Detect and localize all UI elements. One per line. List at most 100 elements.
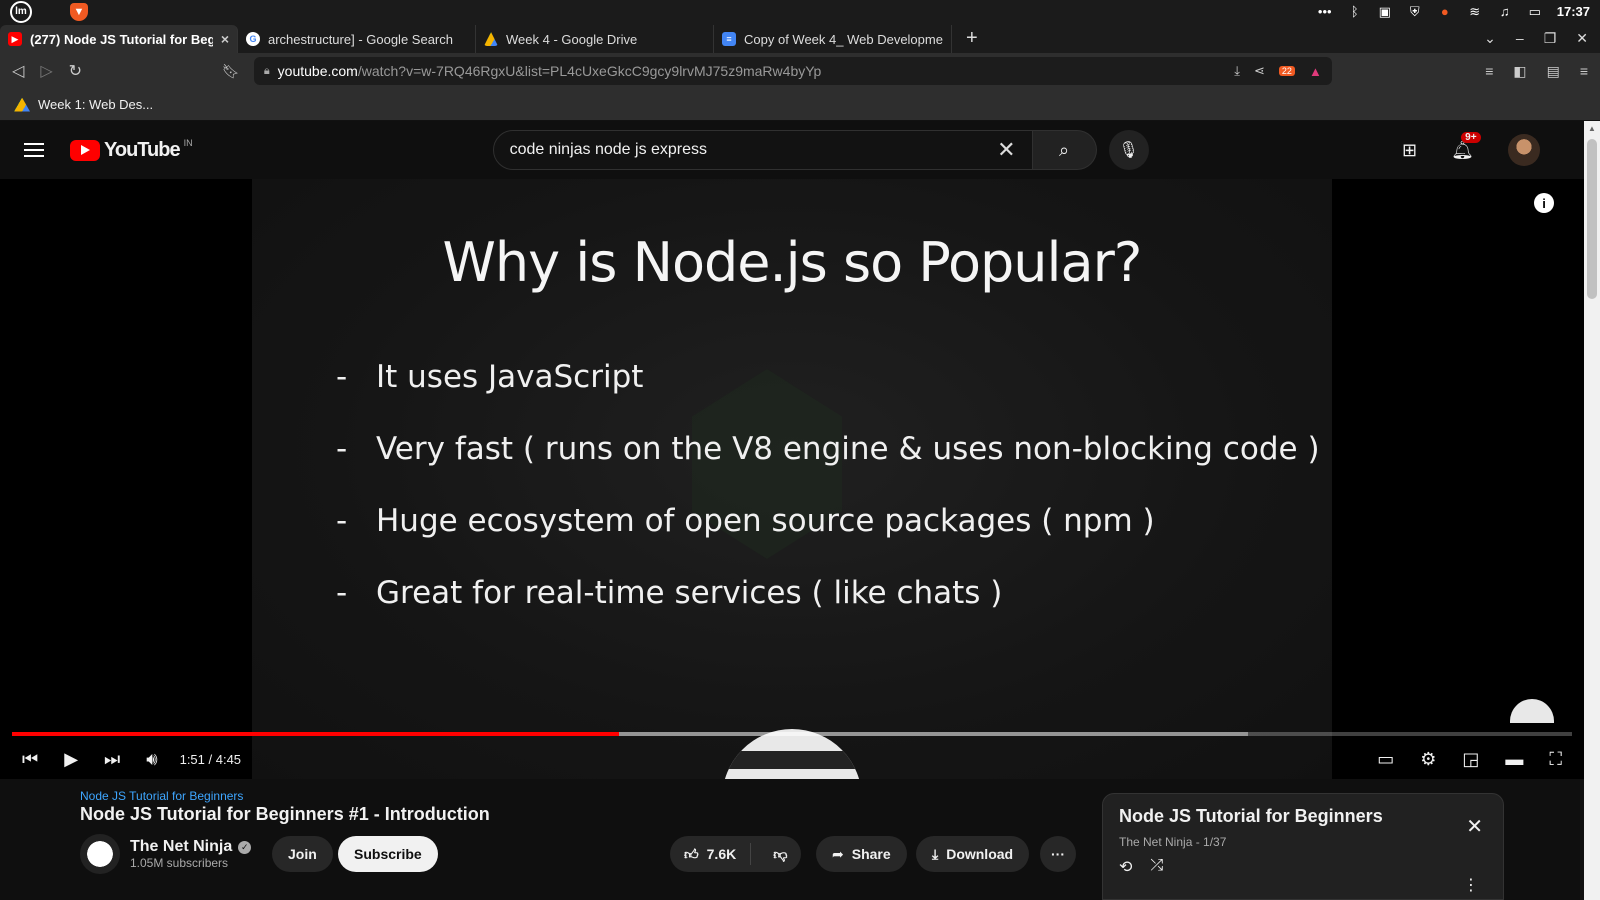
update-tray-icon[interactable]: ● — [1437, 4, 1453, 19]
restore-window-icon[interactable]: ❐ — [1544, 30, 1557, 47]
reload-icon[interactable]: ↻ — [69, 61, 82, 81]
battery-icon[interactable]: ▭ — [1527, 4, 1543, 20]
channel-name[interactable]: The Net Ninja — [130, 838, 232, 856]
bullet-text: Great for real-time services ( like chat… — [376, 575, 1003, 611]
video-player[interactable]: Why is Node.js so Popular? - It uses Java… — [0, 179, 1584, 779]
wifi-icon[interactable]: ≋ — [1467, 4, 1483, 20]
tab-title: archestructure] - Google Search — [268, 31, 453, 47]
playlist-toolbar-icon[interactable]: ≡ — [1485, 63, 1493, 80]
progress-bar[interactable] — [12, 732, 1572, 736]
playlist-title[interactable]: Node JS Tutorial for Beginners — [1119, 806, 1487, 827]
shield-tray-icon[interactable]: ⛨ — [1407, 4, 1423, 20]
scroll-up-icon[interactable]: ▲ — [1588, 124, 1596, 133]
install-app-icon[interactable]: ⤓ — [1234, 63, 1240, 79]
bluetooth-icon[interactable]: ᛒ — [1347, 4, 1363, 19]
bookmark-week1[interactable]: Week 1: Web Des... — [38, 97, 153, 112]
lock-icon[interactable]: 🔒︎ — [264, 65, 270, 78]
avatar[interactable] — [1508, 134, 1540, 166]
scrollbar-thumb[interactable] — [1587, 139, 1597, 299]
sidebar-toggle-icon[interactable]: ◧ — [1513, 63, 1526, 80]
list-item: - It uses JavaScript — [336, 359, 1320, 431]
address-toolbar: ◁ ▷ ↻ 🔖︎ 🔒︎ youtube.com/watch?v=w-7RQ46R… — [0, 53, 1600, 89]
bookmark-icon[interactable]: 🔖︎ — [222, 63, 240, 80]
loop-icon[interactable]: ⟲ — [1119, 857, 1132, 877]
os-top-bar: lm ▼ ••• ᛒ ▣ ⛨ ● ≋ ♫ ▭ 17:37 — [0, 0, 1600, 23]
youtube-logo[interactable]: YouTube IN — [70, 138, 193, 162]
miniplayer-icon[interactable]: ◲ — [1462, 749, 1479, 770]
tab-google-search[interactable]: G archestructure] - Google Search — [238, 25, 476, 53]
fullscreen-icon[interactable]: ⛶ — [1549, 749, 1562, 770]
previous-icon[interactable]: ⏮︎ — [22, 749, 38, 770]
music-icon[interactable]: ♫ — [1497, 4, 1513, 19]
tab-list-chevron-icon[interactable]: ⌄ — [1484, 30, 1496, 47]
wallet-icon[interactable]: ▤ — [1547, 63, 1560, 80]
like-count: 7.6K — [706, 846, 737, 862]
new-tab-button[interactable]: + — [966, 27, 978, 50]
brave-shields-icon[interactable]: 22 — [1278, 66, 1295, 76]
tab-google-drive[interactable]: Week 4 - Google Drive — [476, 25, 714, 53]
hamburger-menu-icon[interactable] — [24, 143, 44, 157]
url-bar[interactable]: 🔒︎ youtube.com/watch?v=w-7RQ46RgxU&list=… — [253, 57, 1332, 85]
channel-watermark-icon[interactable] — [1510, 699, 1554, 723]
channel-avatar[interactable] — [80, 834, 120, 874]
play-icon[interactable]: ▶ — [64, 749, 78, 770]
time-display: 1:51 / 4:45 — [179, 751, 242, 767]
next-icon[interactable]: ⏭︎ — [104, 749, 120, 770]
create-video-icon[interactable]: ⊞ — [1402, 140, 1417, 161]
clipboard-icon[interactable]: ▣ — [1377, 4, 1393, 20]
minimize-window-icon[interactable]: – — [1516, 30, 1524, 47]
volume-icon[interactable]: 🔊︎ — [146, 749, 157, 770]
clear-search-icon[interactable]: ✕ — [997, 137, 1015, 163]
menu-icon[interactable]: ≡ — [1580, 63, 1588, 80]
shuffle-icon[interactable]: ⤮ — [1150, 857, 1163, 877]
brave-rewards-icon[interactable]: ▲ — [1309, 64, 1322, 79]
download-button[interactable]: ⤓ Download — [916, 836, 1030, 872]
brave-launcher-icon[interactable]: ▼ — [70, 2, 88, 21]
settings-gear-icon[interactable]: ⚙ — [1420, 749, 1436, 770]
drive-favicon-icon — [484, 32, 498, 46]
player-controls: ⏮︎ ▶ ⏭︎ 🔊︎ 1:51 / 4:45 ▭ ⚙ ◲ ▬ ⛶ — [0, 739, 1584, 779]
url-host: youtube.com — [277, 63, 358, 79]
subscribe-button[interactable]: Subscribe — [338, 836, 438, 872]
share-icon: ➦ — [832, 845, 844, 862]
dislike-button[interactable]: 👎︎ — [759, 846, 801, 863]
info-icon[interactable]: i — [1534, 193, 1554, 213]
list-item: - Very fast ( runs on the V8 engine & use… — [336, 431, 1320, 503]
notifications-bell-icon[interactable]: 🔔︎ 9+ — [1451, 131, 1481, 161]
share-url-icon[interactable]: ⋖ — [1254, 63, 1265, 79]
bullet-dash: - — [336, 431, 348, 467]
close-playlist-icon[interactable]: ✕ — [1466, 814, 1483, 839]
search-button[interactable]: ⌕ — [1032, 130, 1097, 170]
forward-icon[interactable]: ▷ — [40, 61, 52, 81]
overflow-icon[interactable]: ••• — [1317, 4, 1333, 19]
more-actions-button[interactable]: ··· — [1040, 836, 1076, 872]
browser-tab-strip: ▶ (277) Node JS Tutorial for Beg × G arc… — [0, 23, 1600, 53]
voice-search-button[interactable]: 🎙︎ — [1108, 130, 1149, 170]
like-button[interactable]: 👍︎ 7.6K — [670, 843, 752, 865]
page-scrollbar[interactable]: ▲ — [1584, 121, 1600, 900]
join-button[interactable]: Join — [272, 836, 333, 872]
url-path: /watch?v=w-7RQ46RgxU&list=PL4cUxeGkcC9gc… — [357, 63, 822, 79]
list-item: - Huge ecosystem of open source packages … — [336, 503, 1320, 575]
search-input[interactable]: code ninjas node js express ✕ — [492, 130, 1033, 170]
tab-youtube[interactable]: ▶ (277) Node JS Tutorial for Beg × — [0, 25, 238, 53]
playlist-panel: Node JS Tutorial for Beginners The Net N… — [1102, 793, 1504, 900]
close-tab-icon[interactable]: × — [221, 31, 229, 47]
linux-mint-menu-icon[interactable]: lm — [10, 0, 32, 23]
tab-title: Week 4 - Google Drive — [506, 31, 638, 47]
bullet-text: It uses JavaScript — [376, 359, 644, 395]
subscriber-count: 1.05M subscribers — [130, 856, 229, 870]
back-icon[interactable]: ◁ — [12, 61, 24, 81]
clock[interactable]: 17:37 — [1557, 4, 1590, 19]
tab-google-docs[interactable]: ≡ Copy of Week 4_ Web Developmer — [714, 25, 952, 53]
download-icon: ⤓ — [932, 845, 939, 862]
google-favicon-icon: G — [246, 32, 260, 46]
share-button[interactable]: ➦ Share — [816, 836, 907, 872]
theater-mode-icon[interactable]: ▬ — [1505, 749, 1523, 770]
search-icon: ⌕ — [1059, 139, 1070, 160]
video-frame[interactable]: Why is Node.js so Popular? - It uses Java… — [252, 179, 1332, 779]
close-window-icon[interactable]: ✕ — [1576, 30, 1588, 47]
subtitles-icon[interactable]: ▭ — [1377, 749, 1394, 770]
playlist-link[interactable]: Node JS Tutorial for Beginners — [80, 789, 243, 803]
playlist-menu-icon[interactable]: ⋮ — [1463, 875, 1479, 895]
